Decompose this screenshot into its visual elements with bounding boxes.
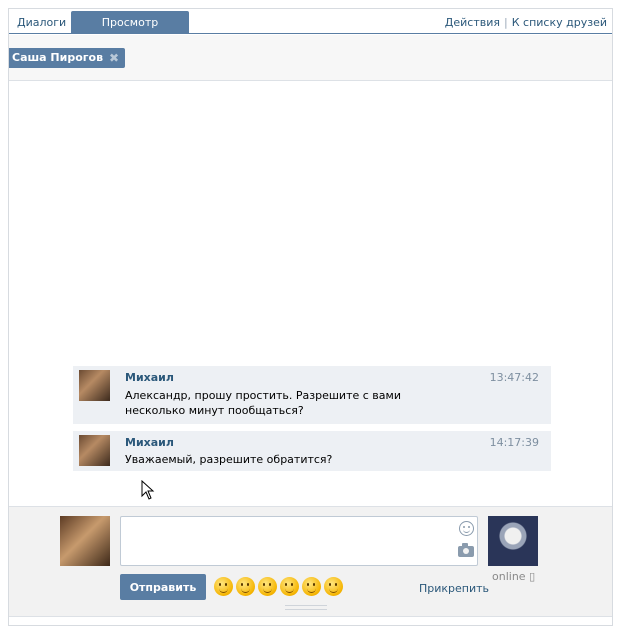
- message-history[interactable]: Михаил 13:47:42 Александр, прошу простит…: [9, 82, 612, 505]
- top-tab-bar: Диалоги Просмотр диалогов Действия | К спи…: [9, 9, 612, 52]
- peer-avatar[interactable]: [488, 516, 538, 566]
- close-icon[interactable]: ✖: [109, 48, 119, 68]
- message-composer: online ▯ Отправить Прикрепить: [9, 506, 612, 616]
- message-item: Михаил 14:17:39 Уважаемый, разрешите обр…: [73, 431, 551, 471]
- actions-link[interactable]: Действия: [445, 16, 500, 29]
- grin-emoji-icon[interactable]: [258, 577, 277, 596]
- wink-emoji-icon[interactable]: [236, 577, 255, 596]
- mobile-icon: ▯: [529, 570, 536, 583]
- resize-handle[interactable]: [285, 605, 327, 610]
- peer-tab[interactable]: Саша Пирогов ✖: [9, 48, 126, 68]
- peer-name: Саша Пирогов: [12, 51, 104, 64]
- message-author[interactable]: Михаил: [125, 371, 174, 384]
- friends-list-link[interactable]: К списку друзей: [512, 16, 607, 29]
- message-item: Михаил 13:47:42 Александр, прошу простит…: [73, 366, 551, 424]
- message-text: Александр, прошу простить. Разрешите с в…: [125, 389, 401, 417]
- peer-bar: Саша Пирогов ✖: [9, 35, 612, 81]
- tab-view-dialogs[interactable]: Просмотр диалогов: [71, 11, 189, 52]
- camera-icon[interactable]: [458, 543, 474, 557]
- online-label: online: [492, 570, 526, 583]
- top-links: Действия | К списку друзей: [445, 11, 607, 34]
- emoji-bar: [214, 577, 343, 596]
- message-time: 14:17:39: [489, 436, 539, 449]
- rolling-eyes-emoji-icon[interactable]: [324, 577, 343, 596]
- my-avatar[interactable]: [60, 516, 110, 566]
- shocked-emoji-icon[interactable]: [280, 577, 299, 596]
- online-status: online ▯: [492, 570, 535, 583]
- message-time: 13:47:42: [489, 371, 539, 384]
- smile-icon[interactable]: [459, 521, 474, 536]
- message-text: Уважаемый, разрешите обратится?: [125, 453, 333, 466]
- smile-emoji-icon[interactable]: [214, 577, 233, 596]
- bottom-divider: [9, 616, 612, 617]
- messages-window: Диалоги Просмотр диалогов Действия | К спи…: [8, 8, 613, 626]
- avatar[interactable]: [79, 435, 110, 466]
- tab-dialogs[interactable]: Диалоги: [9, 11, 74, 34]
- avatar[interactable]: [79, 370, 110, 401]
- send-button[interactable]: Отправить: [120, 574, 206, 600]
- message-input[interactable]: [120, 516, 478, 566]
- blush-emoji-icon[interactable]: [302, 577, 321, 596]
- attach-link[interactable]: Прикрепить: [419, 582, 489, 595]
- link-separator: |: [504, 16, 508, 29]
- message-author[interactable]: Михаил: [125, 436, 174, 449]
- mouse-cursor-icon: [141, 480, 155, 500]
